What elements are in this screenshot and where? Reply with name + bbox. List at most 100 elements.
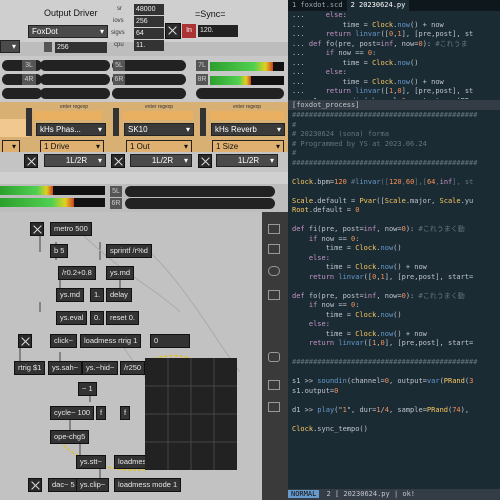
in-button[interactable]: In: [182, 24, 196, 38]
channel-3l-label: 3L: [22, 60, 36, 71]
grid-icon[interactable]: [268, 290, 280, 300]
output-select-3[interactable]: 1L/2R: [216, 154, 278, 167]
list-icon[interactable]: [268, 244, 280, 254]
code-line: Root.default = 0: [292, 206, 360, 214]
channel-6r-label: 6R: [110, 198, 122, 209]
code-line: d1 >> play("1", dur=1/4, sample=PRand(74…: [292, 405, 470, 414]
meter-7l: [210, 62, 284, 71]
sigvs-number[interactable]: 64: [134, 28, 164, 39]
max-patcher-window: Output Driver FoxDot sr 48000 iovs 256 s…: [0, 0, 288, 500]
code-line: else:: [308, 253, 330, 262]
regexp-field[interactable]: [123, 111, 193, 120]
rtrig-message[interactable]: rtrig $1: [14, 361, 46, 375]
cycle-object[interactable]: cycle~ 100: [50, 406, 95, 420]
f-object[interactable]: f: [96, 406, 107, 420]
regexp-label: enter regexp: [60, 104, 89, 110]
level-slider[interactable]: [200, 108, 206, 136]
regexp-field[interactable]: [34, 111, 102, 120]
b5-object[interactable]: b 5: [50, 244, 69, 258]
output-select-2[interactable]: 1L/2R: [130, 154, 192, 167]
sigvs-label: sigvs: [111, 30, 125, 36]
driver-select[interactable]: FoxDot: [28, 25, 108, 38]
delay-object[interactable]: delay: [106, 288, 132, 302]
loadmess-mode-object[interactable]: loadmess mode 1: [114, 478, 182, 492]
level-slider[interactable]: [26, 108, 32, 136]
meter-master-r: [0, 198, 105, 207]
channel-slot[interactable]: [125, 186, 275, 197]
camera-icon[interactable]: [268, 352, 280, 362]
plugin-select-left[interactable]: kHs Phas...: [36, 123, 106, 136]
dac-object[interactable]: dac~ 5: [48, 478, 79, 492]
plugin-select-right[interactable]: kHs Reverb: [211, 123, 285, 136]
code-line: return linvar([0,1], [pre,post], start=: [308, 272, 474, 281]
opechg-object[interactable]: ope-chg5: [50, 430, 90, 444]
tab-20230624-py[interactable]: 2 20230624.py: [346, 0, 410, 11]
toggle[interactable]: [18, 334, 32, 348]
ysmd-object[interactable]: ys.md: [106, 266, 135, 280]
number-box[interactable]: 0.: [90, 311, 105, 325]
loadmess-rtrig-object[interactable]: loadmess rtrig 1: [80, 334, 142, 348]
yshid-object[interactable]: ys.~hid~: [82, 361, 119, 375]
channel-8r-label: 8R: [196, 74, 208, 85]
sprintf-object[interactable]: sprintf /r%d: [106, 244, 152, 258]
regexp-label: enter regexp: [233, 104, 262, 110]
level-slider[interactable]: [113, 108, 119, 136]
channel-slot[interactable]: [40, 74, 110, 85]
ysclip-object[interactable]: ys.clip~: [76, 478, 110, 492]
channel-slot[interactable]: [2, 88, 42, 99]
toggle[interactable]: [28, 478, 42, 492]
channel-slot[interactable]: [40, 60, 110, 71]
toggle[interactable]: [30, 222, 44, 236]
bypass-toggle[interactable]: [24, 154, 38, 168]
channel-slot[interactable]: [125, 198, 275, 209]
ysstt-object[interactable]: ys.stt~: [76, 455, 106, 469]
info-icon[interactable]: [268, 266, 280, 276]
regexp-field[interactable]: [210, 111, 284, 120]
tilde-object[interactable]: ~ 1: [78, 382, 97, 396]
window-icon[interactable]: [268, 224, 280, 234]
device-select[interactable]: [0, 40, 20, 53]
code-line: else:: [308, 320, 330, 328]
iovs-number[interactable]: 256: [134, 16, 164, 27]
code-line: Clock.sync_tempo(): [292, 424, 368, 433]
channel-slot[interactable]: [196, 88, 284, 99]
click-object[interactable]: click~: [50, 334, 77, 348]
vector-size-number[interactable]: 256: [55, 42, 107, 53]
r028-object[interactable]: /r0.2+0.8: [58, 266, 96, 280]
code-line: time = Clock.now(): [292, 244, 402, 252]
reset-message[interactable]: reset 0.: [106, 311, 140, 325]
bypass-toggle[interactable]: [198, 154, 212, 168]
code-line: # 20230624 (sona) forma: [292, 130, 389, 138]
yssah-object[interactable]: ys.sah~: [48, 361, 83, 375]
number-box[interactable]: 1.: [90, 288, 105, 302]
code-line: return linvar([1,0], [pre,post], start=: [308, 339, 474, 347]
metro-object[interactable]: metro 500: [50, 222, 92, 236]
number-box[interactable]: 0: [150, 334, 190, 348]
sr-number[interactable]: 48000: [134, 4, 164, 15]
channel-slot[interactable]: [112, 88, 186, 99]
table-icon[interactable]: [268, 380, 280, 390]
tempo-number[interactable]: 120.: [198, 25, 238, 37]
code-pane[interactable]: ########################################…: [288, 111, 500, 489]
r250-object[interactable]: /r250: [120, 361, 146, 375]
channel-slot[interactable]: [40, 88, 110, 99]
arrow-icon: [44, 42, 52, 52]
bypass-toggle[interactable]: [111, 154, 125, 168]
f-object[interactable]: f: [120, 406, 131, 420]
code-line: time = Clock.now() + now: [292, 263, 427, 271]
repl-line: ... def fo(pre, post=inf, now=0): #これうま: [292, 39, 468, 48]
tab-foxdot-scd[interactable]: 1 foxdot.scd: [288, 0, 347, 11]
repl-pane[interactable]: ... else:... time = Clock.now() + now...…: [288, 11, 500, 99]
inspector-icon[interactable]: [268, 402, 280, 412]
yseval-object[interactable]: ys.eval: [56, 311, 88, 325]
ysmd-object[interactable]: ys.md: [56, 288, 85, 302]
plugin-select-mid[interactable]: SK10: [124, 123, 194, 136]
output-select-1[interactable]: 1L/2R: [44, 154, 106, 167]
tab-bar: 1 foxdot.scd 2 20230624.py: [288, 0, 500, 11]
sync-toggle[interactable]: [165, 23, 181, 39]
